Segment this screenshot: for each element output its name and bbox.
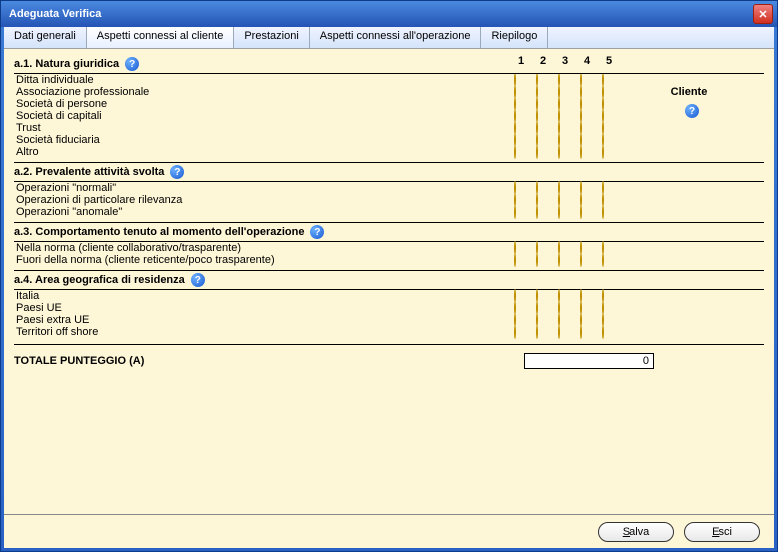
radio-option[interactable] — [602, 253, 604, 267]
row-label: Territori off shore — [16, 326, 98, 338]
row-label: Paesi extra UE — [16, 314, 89, 326]
radio-option[interactable] — [580, 205, 582, 219]
radio-option[interactable] — [536, 325, 538, 339]
radio-option[interactable] — [558, 145, 560, 159]
close-button[interactable]: ✕ — [753, 4, 773, 24]
tab-riepilogo[interactable]: Riepilogo — [481, 27, 548, 48]
table-row: Italia — [14, 290, 764, 302]
dialog-window: Adeguata Verifica ✕ Dati generali Aspett… — [0, 0, 778, 552]
table-row: Operazioni di particolare rilevanza — [14, 194, 764, 206]
tab-aspetti-cliente[interactable]: Aspetti connessi al cliente — [87, 27, 235, 48]
radio-option[interactable] — [580, 253, 582, 267]
row-label: Paesi UE — [16, 302, 62, 314]
table-row: Fuori della norma (cliente reticente/poc… — [14, 254, 764, 266]
section-a2-title: a.2. Prevalente attività svolta — [14, 166, 164, 178]
col-4: 4 — [580, 55, 594, 67]
radio-option[interactable] — [580, 325, 582, 339]
radio-option[interactable] — [514, 253, 516, 267]
save-button[interactable]: Salva — [598, 522, 674, 542]
radio-option[interactable] — [602, 205, 604, 219]
radio-option[interactable] — [536, 205, 538, 219]
col-2: 2 — [536, 55, 550, 67]
radio-option[interactable] — [536, 145, 538, 159]
radio-option[interactable] — [514, 205, 516, 219]
radio-option[interactable] — [580, 145, 582, 159]
radio-option[interactable] — [536, 253, 538, 267]
radio-option[interactable] — [602, 145, 604, 159]
tab-prestazioni[interactable]: Prestazioni — [234, 27, 309, 48]
row-label: Trust — [16, 122, 41, 134]
tab-content: a.1. Natura giuridica ? 1 2 3 4 5 Ditta … — [4, 49, 774, 514]
row-label: Società fiduciaria — [16, 134, 100, 146]
side-panel: Cliente ? — [614, 74, 764, 118]
help-icon[interactable]: ? — [191, 273, 205, 287]
tab-bar: Dati generali Aspetti connessi al client… — [4, 27, 774, 49]
section-a1-head: a.1. Natura giuridica ? 1 2 3 4 5 — [14, 55, 764, 74]
footer: Salva Esci — [4, 514, 774, 548]
table-row: Operazioni "anomale" — [14, 206, 764, 218]
side-panel-label: Cliente — [671, 86, 708, 98]
total-row: TOTALE PUNTEGGIO (A) — [14, 344, 764, 369]
total-score-input[interactable] — [524, 353, 654, 369]
row-label: Operazioni "anomale" — [16, 206, 122, 218]
table-row: Ditta individuale Cliente ? — [14, 74, 764, 86]
section-a3-title: a.3. Comportamento tenuto al momento del… — [14, 226, 304, 238]
row-label: Associazione professionale — [16, 86, 149, 98]
section-a1-body: Ditta individuale Cliente ? Associazione… — [14, 74, 764, 158]
radio-option[interactable] — [602, 325, 604, 339]
table-row: Nella norma (cliente collaborativo/trasp… — [14, 242, 764, 254]
table-row: Paesi UE — [14, 302, 764, 314]
tab-aspetti-operazione[interactable]: Aspetti connessi all'operazione — [310, 27, 482, 48]
section-a4-title: a.4. Area geografica di residenza — [14, 274, 185, 286]
row-label: Operazioni di particolare rilevanza — [16, 194, 182, 206]
section-a3-head: a.3. Comportamento tenuto al momento del… — [14, 222, 764, 242]
help-icon[interactable]: ? — [310, 225, 324, 239]
section-a2-head: a.2. Prevalente attività svolta ? — [14, 162, 764, 182]
row-label: Italia — [16, 290, 39, 302]
row-label: Società di persone — [16, 98, 107, 110]
row-label: Altro — [16, 146, 39, 158]
table-row: Territori off shore — [14, 326, 764, 338]
row-label: Operazioni "normali" — [16, 182, 116, 194]
radio-option[interactable] — [558, 205, 560, 219]
col-1: 1 — [514, 55, 528, 67]
section-a4-body: Italia Paesi UE Paesi extra UE Territori… — [14, 290, 764, 338]
help-icon[interactable]: ? — [170, 165, 184, 179]
table-row: Operazioni "normali" — [14, 182, 764, 194]
row-label: Fuori della norma (cliente reticente/poc… — [16, 254, 275, 266]
radio-option[interactable] — [558, 325, 560, 339]
titlebar: Adeguata Verifica ✕ — [1, 1, 777, 27]
col-3: 3 — [558, 55, 572, 67]
window-title: Adeguata Verifica — [9, 8, 101, 20]
radio-option[interactable] — [514, 325, 516, 339]
total-label: TOTALE PUNTEGGIO (A) — [14, 355, 524, 367]
score-column-headers: 1 2 3 4 5 — [514, 55, 616, 67]
help-icon[interactable]: ? — [685, 104, 699, 118]
radio-option[interactable] — [558, 253, 560, 267]
tab-dati-generali[interactable]: Dati generali — [4, 27, 87, 48]
radio-option[interactable] — [514, 145, 516, 159]
exit-button[interactable]: Esci — [684, 522, 760, 542]
section-a4-head: a.4. Area geografica di residenza ? — [14, 270, 764, 290]
section-a1-title: a.1. Natura giuridica — [14, 58, 119, 70]
section-a2-body: Operazioni "normali" Operazioni di parti… — [14, 182, 764, 218]
close-icon: ✕ — [758, 8, 767, 21]
table-row: Paesi extra UE — [14, 314, 764, 326]
section-a3-body: Nella norma (cliente collaborativo/trasp… — [14, 242, 764, 266]
row-label: Ditta individuale — [16, 74, 94, 86]
row-label: Società di capitali — [16, 110, 102, 122]
client-area: Dati generali Aspetti connessi al client… — [4, 27, 774, 548]
row-label: Nella norma (cliente collaborativo/trasp… — [16, 242, 241, 254]
col-5: 5 — [602, 55, 616, 67]
help-icon[interactable]: ? — [125, 57, 139, 71]
